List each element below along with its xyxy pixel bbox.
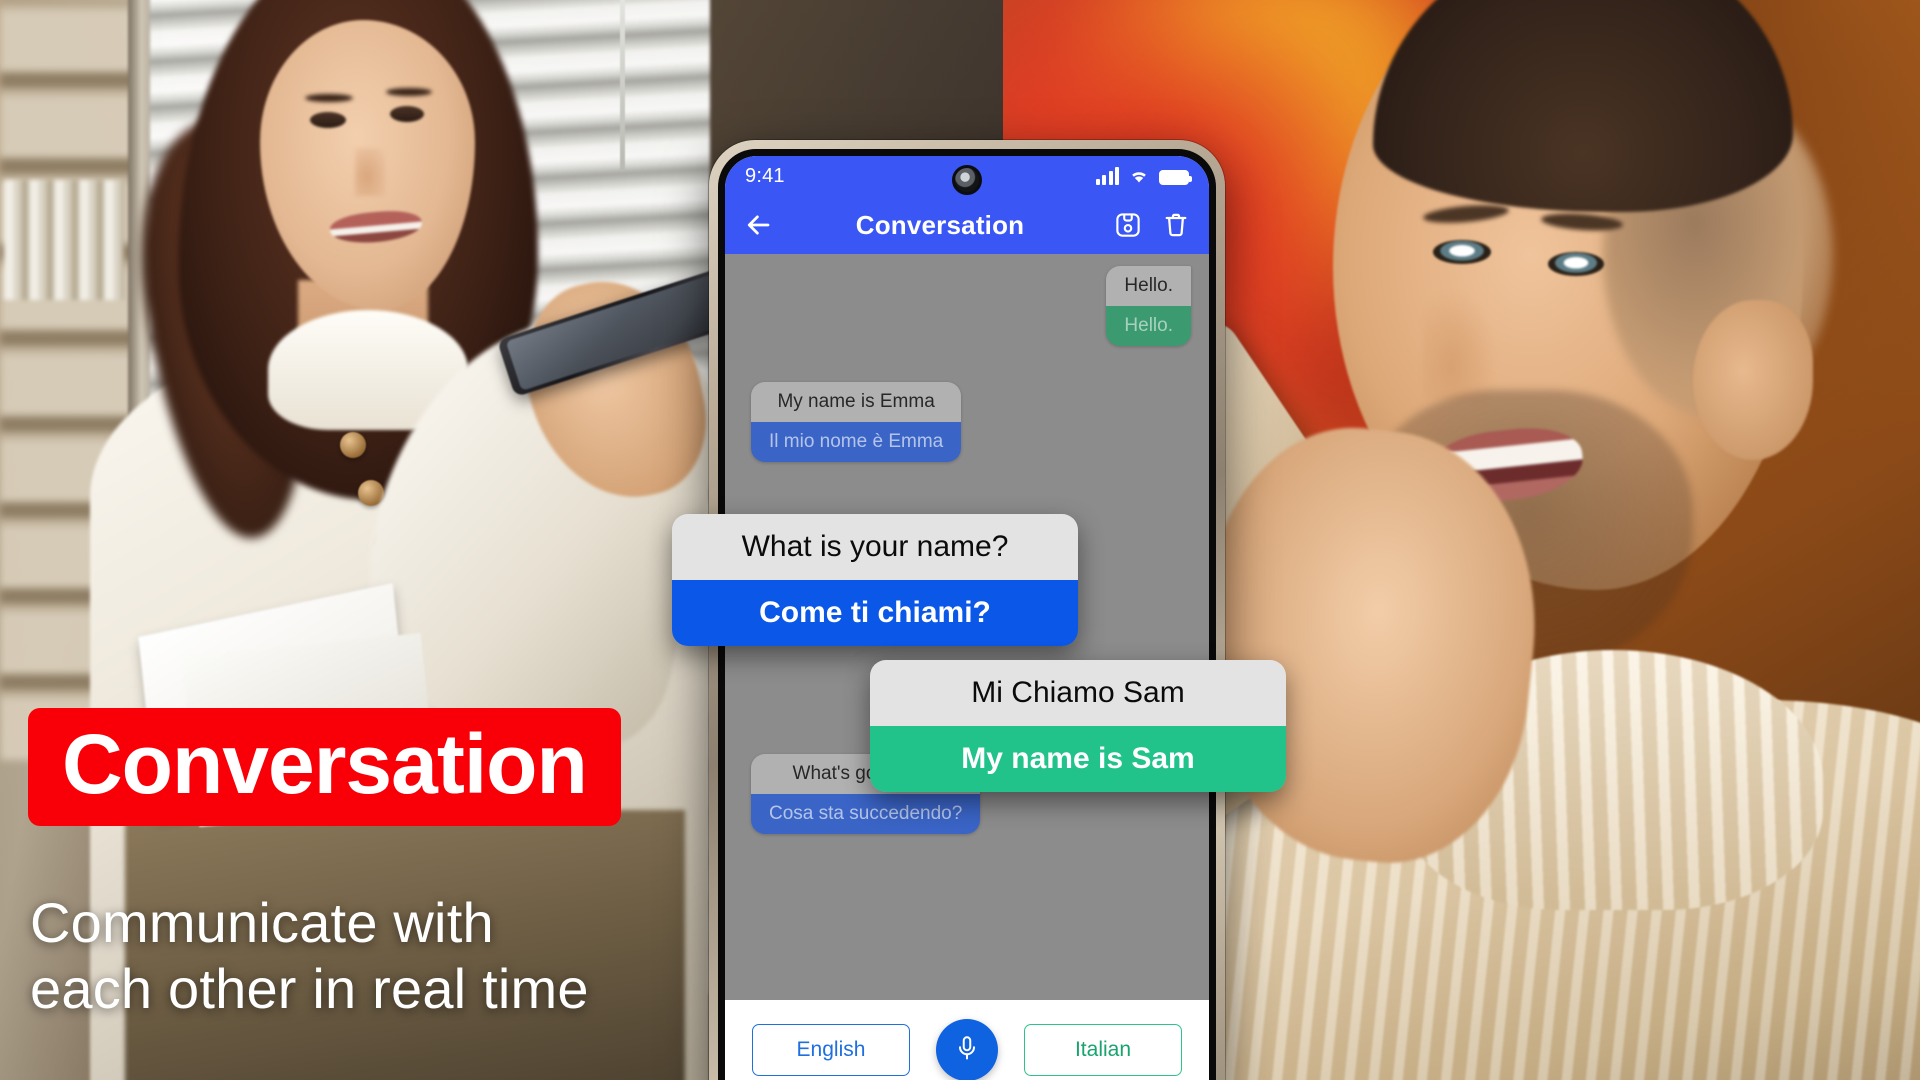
save-floppy-icon[interactable] xyxy=(1113,210,1143,240)
highlighted-bubble-my-name-is-sam[interactable]: Mi Chiamo Sam My name is Sam xyxy=(870,660,1286,792)
microphone-button[interactable] xyxy=(936,1019,998,1080)
woman-eye-right xyxy=(390,106,424,122)
promo-tagline: Communicate with each other in real time xyxy=(30,890,589,1021)
signal-bars-icon xyxy=(1095,167,1119,185)
chat-bubble-source-text: My name is Emma xyxy=(751,382,962,422)
woman-brow-left xyxy=(305,94,353,102)
highlighted-bubble-target-text: Come ti chiami? xyxy=(672,580,1078,646)
chat-bubble-target-text: Il mio nome è Emma xyxy=(751,422,962,462)
woman-nose xyxy=(355,148,385,196)
woman-eye-left xyxy=(310,112,346,128)
microphone-icon xyxy=(952,1033,982,1068)
promo-tagline-line-2: each other in real time xyxy=(30,956,589,1020)
chat-bubble-emma[interactable]: My name is Emma Il mio nome è Emma xyxy=(751,382,962,462)
status-time: 9:41 xyxy=(745,164,785,187)
status-bar: 9:41 xyxy=(725,156,1209,196)
blouse-button-1 xyxy=(340,432,366,458)
language-control-bar: English Italian xyxy=(725,1000,1209,1080)
promo-badge-label: Conversation xyxy=(62,717,588,811)
man-hair xyxy=(1373,0,1793,212)
highlighted-bubble-source-text: Mi Chiamo Sam xyxy=(870,660,1286,726)
man-ear xyxy=(1693,300,1813,460)
front-camera-punch-hole-icon xyxy=(952,165,982,195)
source-language-button[interactable]: English xyxy=(752,1024,910,1076)
chat-bubble-source-text: Hello. xyxy=(1106,266,1191,306)
chat-bubble-target-text: Cosa sta succedendo? xyxy=(751,794,981,834)
promo-badge: Conversation xyxy=(28,708,621,826)
highlighted-bubble-source-text: What is your name? xyxy=(672,514,1078,580)
app-bar: Conversation xyxy=(725,196,1209,254)
man-nose xyxy=(1423,290,1495,400)
target-language-button[interactable]: Italian xyxy=(1024,1024,1182,1076)
chat-bubble-hello[interactable]: Hello. Hello. xyxy=(1106,266,1191,346)
trash-icon[interactable] xyxy=(1161,210,1191,240)
man-eye-left xyxy=(1433,240,1491,264)
back-arrow-icon[interactable] xyxy=(743,210,773,240)
highlighted-bubble-what-is-your-name[interactable]: What is your name? Come ti chiami? xyxy=(672,514,1078,646)
promo-stage: 9:41 Conversation Hello. Hello. My name … xyxy=(0,0,1920,1080)
battery-full-icon xyxy=(1159,170,1192,185)
status-indicators xyxy=(1095,167,1192,185)
highlighted-bubble-target-text: My name is Sam xyxy=(870,726,1286,792)
chat-bubble-target-text: Hello. xyxy=(1106,306,1191,346)
page-title: Conversation xyxy=(855,209,1025,240)
promo-tagline-line-1: Communicate with xyxy=(30,891,494,954)
wifi-icon xyxy=(1128,167,1150,185)
app-bar-actions xyxy=(1113,210,1191,240)
woman-brow-right xyxy=(386,88,432,96)
man-eye-right xyxy=(1548,252,1604,276)
